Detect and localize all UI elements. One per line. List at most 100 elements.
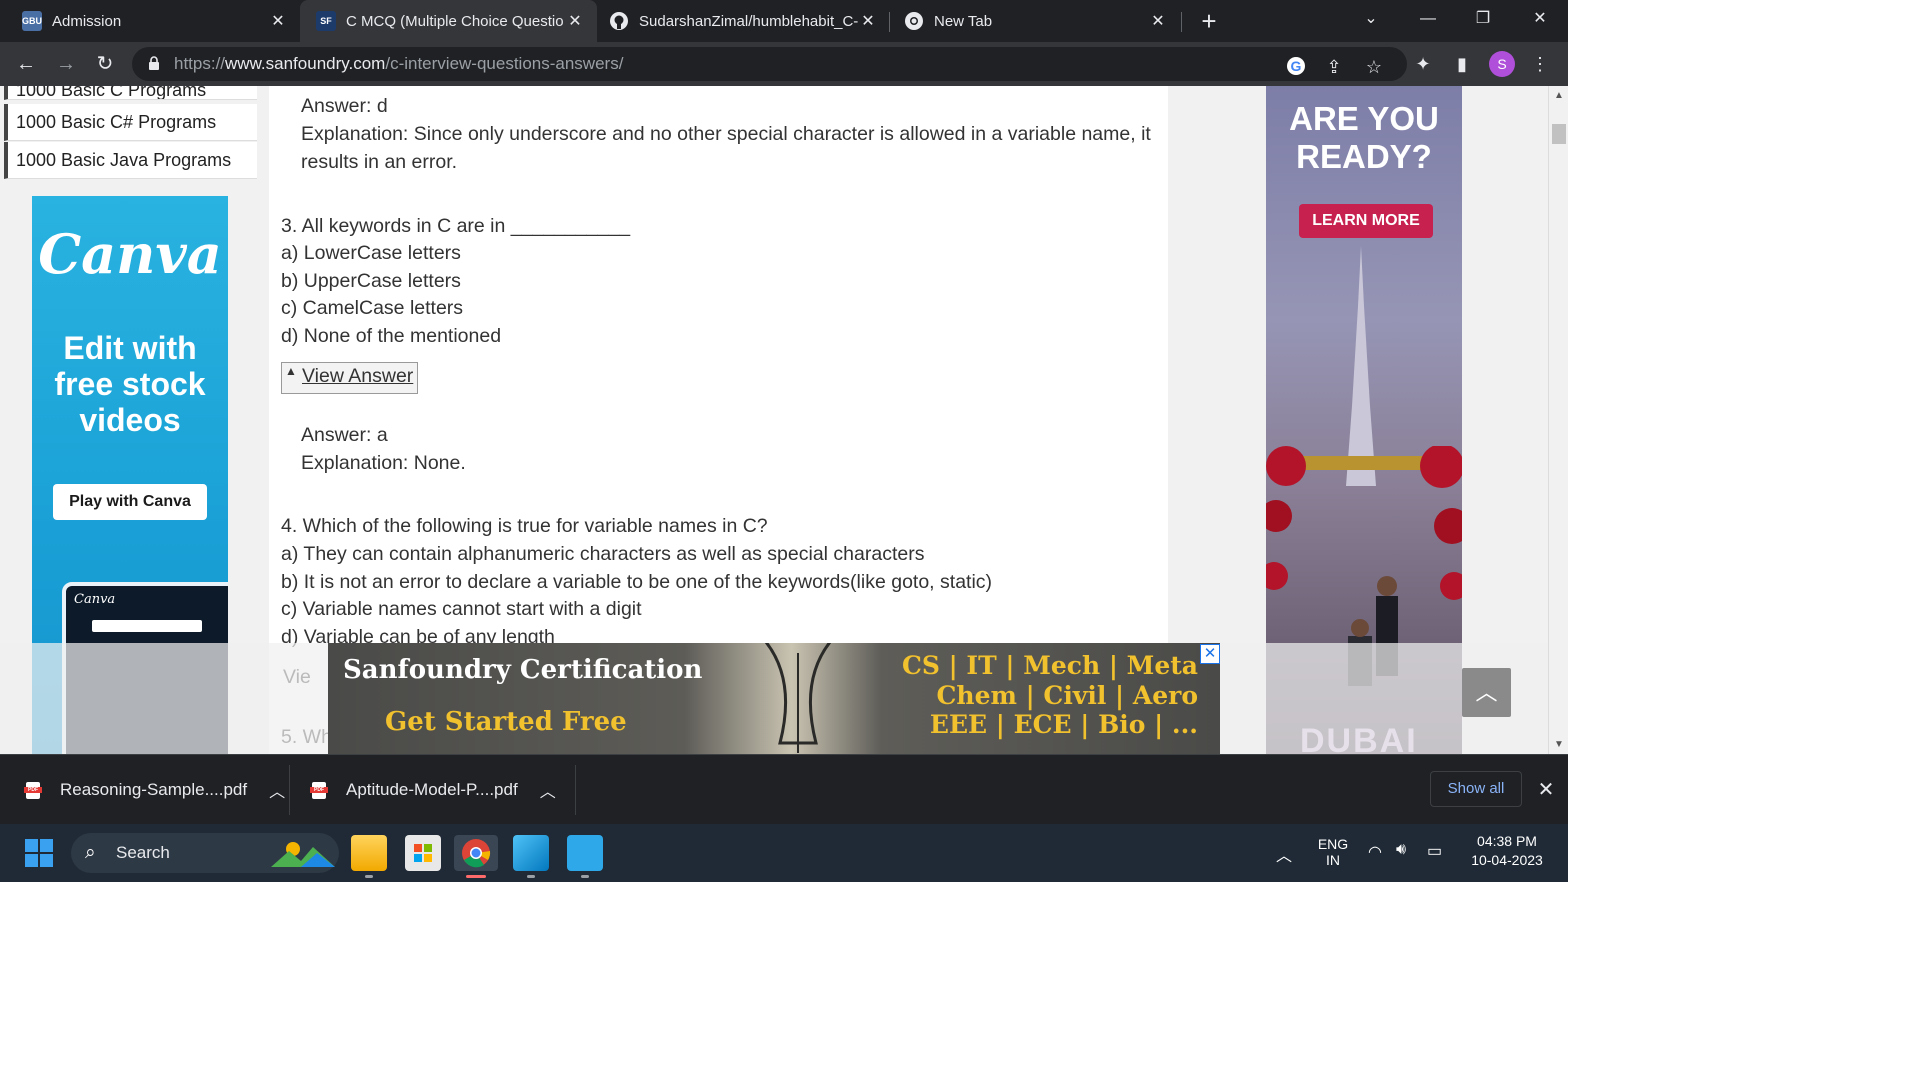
clock-time: 04:38 PM [1477,833,1537,849]
caret-up-icon: ▲ [285,364,297,378]
question-3-option-d: d) None of the mentioned [281,325,502,347]
view-answer-ghost-text: Vie [283,666,311,688]
close-window-icon[interactable]: ✕ [1520,0,1560,38]
back-arrow-icon[interactable]: ← [12,50,40,78]
close-ad-icon[interactable]: ✕ [1200,644,1220,664]
github-icon [609,11,629,31]
sidebar-link-c-programs[interactable]: 1000 Basic C Programs [4,86,257,100]
canva-mockup-logo: Canva [74,592,116,607]
windows-start-icon[interactable] [25,839,53,867]
show-all-button[interactable]: Show all [1430,771,1522,807]
file-explorer-icon[interactable] [351,835,387,871]
app-running-indicator [527,875,535,878]
answer-2: Answer: d [301,95,388,117]
close-tab-icon[interactable]: ✕ [565,11,585,31]
canva-logo: Canva [38,222,222,286]
question-3-option-b: b) UpperCase letters [281,270,461,292]
url-path: /c-interview-questions-answers/ [385,54,624,73]
tab-admission[interactable]: GBU Admission ✕ [0,0,300,42]
google-lens-icon[interactable]: G [1284,55,1308,79]
clock-date: 10-04-2023 [1471,852,1543,868]
explanation-2-line-1: Explanation: Since only underscore and n… [301,123,1151,145]
windows-taskbar: ⌕ Search ︿ ENG IN ◠ 🔊︎ ▭ 04:38 PM 10-04-… [0,824,1568,882]
photos-icon[interactable] [513,835,549,871]
reload-icon[interactable]: ↻ [91,50,119,78]
close-tab-icon[interactable]: ✕ [268,11,288,31]
minimize-icon[interactable]: — [1408,0,1448,38]
forward-arrow-icon[interactable]: → [52,50,80,78]
download-filename: Aptitude-Model-P....pdf [346,780,518,799]
scroll-down-icon[interactable]: ▼ [1554,739,1564,750]
canva-ad-text: Edit with free stock videos [54,330,206,438]
tab-c-mcq[interactable]: SF C MCQ (Multiple Choice Questio ✕ [300,0,597,42]
play-with-canva-button[interactable]: Play with Canva [53,484,207,520]
lock-icon [149,56,159,70]
url-prefix: https:// [174,54,226,73]
app-running-indicator [365,875,373,878]
address-bar[interactable]: https://www.sanfoundry.com/c-interview-q… [132,47,1407,81]
url-text[interactable]: https://www.sanfoundry.com/c-interview-q… [174,54,623,74]
get-started-free-text[interactable]: Get Started Free [385,707,627,737]
chevron-up-icon[interactable]: ︿ [269,778,285,802]
tab-divider [1181,12,1182,32]
close-downloads-icon[interactable]: ✕ [1534,777,1558,802]
wifi-icon[interactable]: ◠ [1368,842,1382,862]
sanfoundry-certification-banner[interactable]: Sanfoundry Certification Get Started Fre… [328,643,1220,754]
share-icon[interactable]: ⇪ [1322,55,1346,79]
chrome-icon [904,11,924,31]
notepad-icon[interactable] [567,835,603,871]
side-panel-icon[interactable]: ▮ [1450,52,1474,76]
scroll-thumb[interactable] [1552,124,1566,144]
tab-title: SudarshanZimal/humblehabit_C- [639,12,858,30]
close-tab-icon[interactable]: ✕ [1148,11,1168,31]
app-active-indicator [466,875,486,878]
tab-strip: GBU Admission ✕ SF C MCQ (Multiple Choic… [0,0,1568,42]
sidebar-link-csharp-programs[interactable]: 1000 Basic C# Programs [4,104,257,141]
certification-title: Sanfoundry Certification [343,655,703,685]
download-item[interactable]: Aptitude-Model-P....pdf ︿ [310,755,556,825]
taskbar-search[interactable]: ⌕ Search [71,833,339,873]
bookmark-star-icon[interactable]: ☆ [1362,55,1386,79]
clock[interactable]: 04:38 PM 10-04-2023 [1462,833,1552,868]
sidebar-link-java-programs[interactable]: 1000 Basic Java Programs [4,142,257,179]
download-item[interactable]: Reasoning-Sample....pdf ︿ [24,755,285,825]
tab-title: C MCQ (Multiple Choice Questio [346,12,564,30]
download-filename: Reasoning-Sample....pdf [60,780,248,799]
dubai-ad-footer-text: DUBAI [1300,722,1418,754]
download-divider [289,765,290,815]
chrome-taskbar-icon[interactable] [454,835,498,871]
light-bulb-image [764,643,832,753]
question-3-option-a: a) LowerCase letters [281,242,461,264]
browser-toolbar: ← → ↻ https://www.sanfoundry.com/c-inter… [0,42,1568,86]
close-tab-icon[interactable]: ✕ [858,11,878,31]
profile-avatar[interactable]: S [1489,51,1515,77]
microsoft-store-icon[interactable] [405,835,441,871]
show-hidden-icons-chevron[interactable]: ︿ [1276,842,1292,866]
language-code: ENG [1317,836,1349,852]
app-running-indicator [581,875,589,878]
region-code: IN [1326,852,1340,868]
taskbar-search-label: Search [116,843,170,862]
answer-3: Answer: a [301,424,388,446]
tab-new-tab[interactable]: New Tab ✕ [890,0,1180,42]
tab-title: New Tab [934,12,993,30]
back-to-top-button[interactable]: ︿ [1462,668,1511,717]
restore-icon[interactable]: ❐ [1463,0,1503,38]
scroll-up-icon[interactable]: ▲ [1554,90,1564,101]
web-page: 1000 Basic C Programs 1000 Basic C# Prog… [0,86,1548,754]
dubai-ad-heading: ARE YOU READY? [1289,100,1439,175]
search-highlight-icon [271,842,335,867]
extensions-puzzle-icon[interactable]: ✦ [1411,52,1435,76]
tab-search-chevron-icon[interactable]: ⌄ [1351,0,1391,38]
view-answer-button[interactable]: ▲ View Answer [281,362,418,394]
tab-github[interactable]: SudarshanZimal/humblehabit_C- ✕ [597,0,890,42]
new-tab-button[interactable]: + [1196,6,1222,36]
language-indicator[interactable]: ENG IN [1314,836,1352,868]
battery-icon[interactable]: ▭ [1427,841,1442,861]
learn-more-button[interactable]: LEARN MORE [1299,204,1433,238]
volume-icon[interactable]: 🔊︎ [1396,841,1406,859]
svg-text:G: G [1291,58,1302,74]
page-scrollbar[interactable]: ▲ ▼ [1548,86,1568,754]
chevron-up-icon[interactable]: ︿ [540,778,556,802]
more-menu-icon[interactable]: ⋮ [1528,52,1552,76]
